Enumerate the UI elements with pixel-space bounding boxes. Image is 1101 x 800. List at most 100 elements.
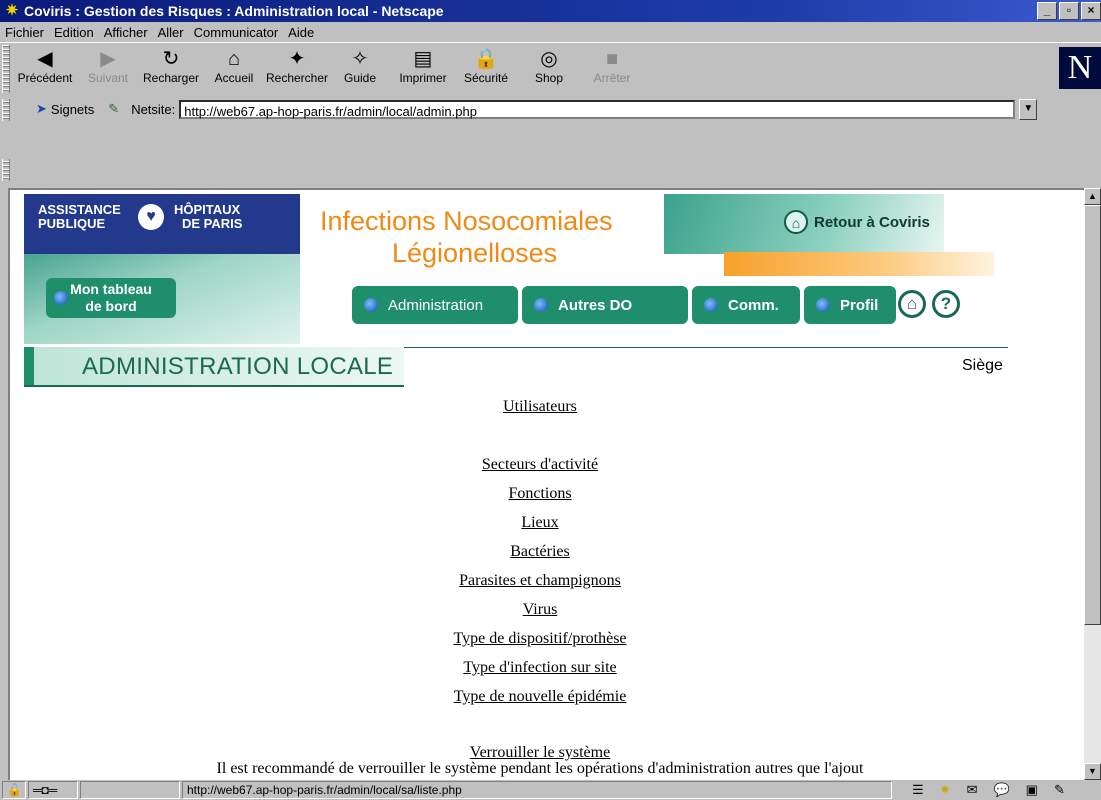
- toolbar-button-suivant[interactable]: ▶ Suivant: [77, 47, 139, 91]
- menu-communicator[interactable]: Communicator: [189, 25, 284, 40]
- link-type-infection-site[interactable]: Type d'infection sur site: [10, 659, 1070, 677]
- status-url: http://web67.ap-hop-paris.fr/admin/local…: [182, 781, 892, 799]
- back-to-coviris-link[interactable]: ⌂ Retour à Coviris: [784, 210, 930, 234]
- edit-icon[interactable]: ✎: [1054, 782, 1065, 798]
- site-name: Siège: [962, 357, 1003, 374]
- tab-autres-do[interactable]: Autres DO: [522, 286, 688, 324]
- toolbar-button-imprimer[interactable]: ▤ Imprimer: [392, 47, 454, 91]
- status-bar: 🔓 ═◘═ http://web67.ap-hop-paris.fr/admin…: [0, 780, 1101, 800]
- dashboard-button[interactable]: Mon tableau de bord: [46, 278, 176, 318]
- toolbar-button-arreter[interactable]: ■ Arrêter: [581, 47, 643, 91]
- toolbar-button-label: Imprimer: [399, 71, 447, 85]
- logo-text-de-paris: DE PARIS: [182, 216, 243, 231]
- discussion-icon[interactable]: 💬: [993, 782, 1009, 798]
- home-icon: ⌂: [784, 210, 808, 234]
- navigation-toolbar: ◀ Précédent ▶ Suivant ↻ Recharger ⌂ Accueil ✦ Rec…: [0, 42, 1101, 129]
- link-virus[interactable]: Virus: [10, 601, 1070, 619]
- tab-profil[interactable]: Profil: [804, 286, 896, 324]
- link-secteurs-activite[interactable]: Secteurs d'activité: [10, 456, 1070, 474]
- toolbar-button-label: Sécurité: [463, 71, 509, 85]
- menu-aide[interactable]: Aide: [283, 25, 319, 40]
- menu-aller[interactable]: Aller: [153, 25, 189, 40]
- stop-icon: ■: [605, 48, 619, 70]
- url-dropdown-button[interactable]: ▼: [1019, 98, 1038, 120]
- aphp-logo[interactable]: ASSISTANCE PUBLIQUE ♥ HÔPITAUX DE PARIS: [24, 194, 300, 254]
- security-lock-icon[interactable]: 🔓: [2, 781, 26, 799]
- section-title: ADMINISTRATION LOCALE: [82, 353, 394, 380]
- menu-edition[interactable]: Edition: [49, 25, 99, 40]
- link-fonctions[interactable]: Fonctions: [10, 485, 1070, 503]
- scroll-thumb[interactable]: [1084, 205, 1101, 625]
- composer-icon[interactable]: ▣: [1026, 782, 1038, 798]
- toolbar-button-shop[interactable]: ◎ Shop: [518, 47, 580, 91]
- link-lieux[interactable]: Lieux: [10, 514, 1070, 532]
- netscape-star-icon[interactable]: ✷: [940, 782, 951, 798]
- toolbar-button-guide[interactable]: ✧ Guide: [329, 47, 391, 91]
- page-proxy-icon[interactable]: ✎: [108, 101, 119, 117]
- logo-text-publique: PUBLIQUE: [38, 216, 106, 231]
- bookmarks-button[interactable]: ➤ Signets ✎: [36, 101, 119, 117]
- printer-icon: ▤: [413, 48, 433, 70]
- tab-comm[interactable]: Comm.: [692, 286, 800, 324]
- url-input[interactable]: http://web67.ap-hop-paris.fr/admin/local…: [179, 99, 1016, 119]
- link-type-dispositif-prothese[interactable]: Type de dispositif/prothèse: [10, 630, 1070, 648]
- tab-label: Administration: [388, 296, 484, 314]
- forward-arrow-icon: ▶: [100, 48, 116, 70]
- section-divider: [404, 347, 1008, 348]
- personal-toolbar-grip[interactable]: [2, 159, 10, 181]
- tab-administration[interactable]: Administration: [352, 286, 518, 324]
- toolbar-button-label: Rechercher: [265, 71, 329, 85]
- toolbar-button-label: Arrêter: [593, 71, 631, 85]
- bullet-icon: [534, 298, 548, 312]
- help-button[interactable]: ?: [932, 290, 960, 318]
- section-bar: ADMINISTRATION LOCALE Siège: [24, 347, 1008, 387]
- site-header: ASSISTANCE PUBLIQUE ♥ HÔPITAUX DE PARIS …: [24, 194, 994, 344]
- toolbar-grip[interactable]: [2, 45, 10, 93]
- vertical-scrollbar[interactable]: ▲ ▼: [1084, 188, 1101, 780]
- netscape-star-icon: ✷: [5, 2, 19, 19]
- link-utilisateurs[interactable]: Utilisateurs: [10, 398, 1070, 416]
- back-arrow-icon: ◀: [37, 48, 53, 70]
- personal-toolbar: [0, 157, 1101, 185]
- close-button[interactable]: ×: [1081, 2, 1101, 20]
- scroll-down-button[interactable]: ▼: [1084, 763, 1101, 780]
- link-parasites-champignons[interactable]: Parasites et champignons: [10, 572, 1070, 590]
- bullet-icon: [54, 291, 68, 305]
- navigator-icon[interactable]: ☰: [912, 782, 924, 798]
- mail-icon[interactable]: ✉: [967, 782, 978, 798]
- link-bacteries[interactable]: Bactéries: [10, 543, 1070, 561]
- toolbar-button-accueil[interactable]: ⌂ Accueil: [203, 47, 265, 91]
- bookmarks-label: Signets: [50, 101, 95, 117]
- toolbar-button-label: Shop: [534, 71, 564, 85]
- toolbar-button-label: Accueil: [214, 71, 254, 85]
- link-type-nouvelle-epidemie[interactable]: Type de nouvelle épidémie: [10, 688, 1070, 706]
- bookmarks-icon: ➤: [36, 101, 47, 116]
- component-bar: ☰ ✷ ✉ 💬 ▣ ✎: [912, 782, 1065, 798]
- toolbar-button-precedent[interactable]: ◀ Précédent: [14, 47, 76, 91]
- maximize-button[interactable]: ▫: [1059, 2, 1079, 20]
- aphp-heart-icon: ♥: [138, 204, 164, 230]
- logo-text-assistance: ASSISTANCE: [38, 202, 121, 217]
- window-title: Coviris : Gestion des Risques : Administ…: [24, 3, 444, 19]
- home-button[interactable]: ⌂: [898, 290, 926, 318]
- tab-label: Comm.: [728, 296, 779, 314]
- guide-icon: ✧: [351, 48, 369, 70]
- bullet-icon: [364, 298, 378, 312]
- toolbar-button-securite[interactable]: 🔒 Sécurité: [455, 47, 517, 91]
- toolbar-button-recharger[interactable]: ↻ Recharger: [140, 47, 202, 91]
- menu-bar: Fichier Edition Afficher Aller Communica…: [0, 22, 1101, 42]
- menu-fichier[interactable]: Fichier: [0, 25, 49, 40]
- scroll-up-button[interactable]: ▲: [1084, 188, 1101, 205]
- logo-text-hopitaux: HÔPITAUX: [174, 202, 241, 217]
- menu-afficher[interactable]: Afficher: [99, 25, 153, 40]
- lock-icon: 🔒: [473, 48, 499, 70]
- nav-buttons: ◀ Précédent ▶ Suivant ↻ Recharger ⌂ Accueil ✦ Rec…: [14, 47, 644, 91]
- header-orange-band: [724, 252, 994, 276]
- search-icon: ✦: [288, 48, 306, 70]
- location-bar: ➤ Signets ✎ Netsite: http://web67.ap-hop…: [0, 96, 1101, 122]
- window-titlebar: ✷ Coviris : Gestion des Risques : Admini…: [0, 0, 1101, 22]
- main-tabs: Administration Autres DO Comm. Profil: [352, 286, 896, 324]
- toolbar-button-rechercher[interactable]: ✦ Rechercher: [266, 47, 328, 91]
- minimize-button[interactable]: _: [1037, 2, 1057, 20]
- toolbar-button-label: Recharger: [142, 71, 200, 85]
